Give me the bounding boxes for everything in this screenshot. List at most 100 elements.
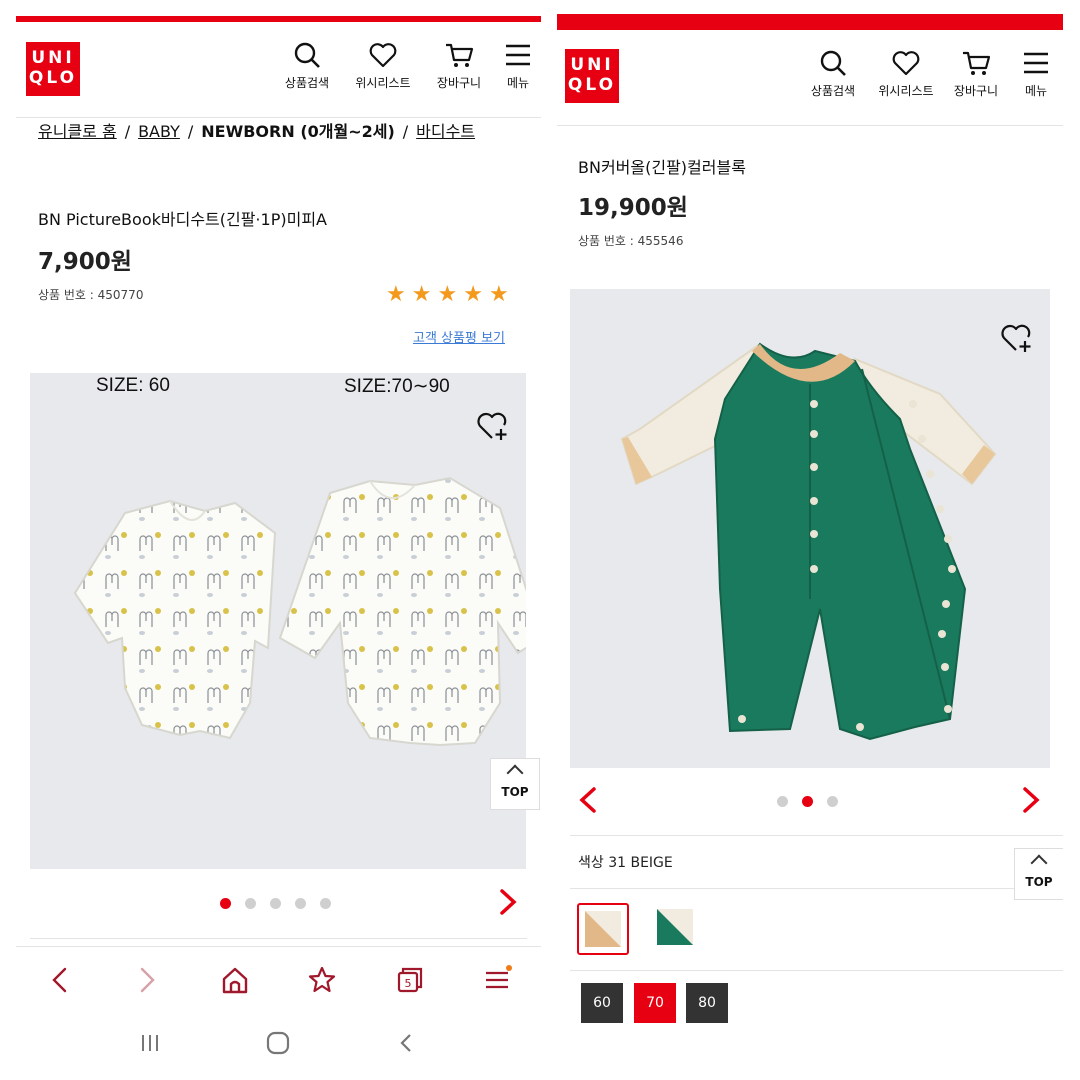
cart-label: 장바구니 — [953, 84, 999, 98]
heart-icon — [369, 43, 397, 68]
divider — [570, 888, 1063, 889]
beige-swatch-graphic — [585, 911, 621, 947]
breadcrumb-home[interactable]: 유니클로 홈 — [38, 122, 117, 141]
size-button-70[interactable]: 70 — [634, 983, 676, 1023]
uniqlo-logo[interactable]: UNI QLO — [26, 42, 80, 96]
wishlist-button[interactable]: 위시리스트 — [343, 40, 423, 91]
star-icon: ★ — [488, 282, 509, 307]
menu-label: 메뉴 — [1024, 84, 1048, 98]
divider — [570, 970, 1063, 971]
size-button-80[interactable]: 80 — [686, 983, 728, 1023]
heart-icon — [892, 51, 920, 76]
top-accent-bar — [557, 14, 1063, 30]
hamburger-icon — [506, 44, 530, 66]
browser-bottom-nav: 5 — [16, 946, 541, 1012]
carousel-dots — [777, 796, 838, 807]
carousel-prev-icon[interactable] — [578, 786, 598, 814]
chevron-up-icon — [506, 764, 524, 782]
hamburger-icon — [1024, 52, 1048, 74]
carousel-dot-3[interactable] — [827, 796, 838, 807]
search-button[interactable]: 상품검색 — [797, 48, 869, 99]
cart-button[interactable]: 장바구니 — [423, 40, 495, 91]
divider — [570, 835, 1063, 836]
search-label: 상품검색 — [284, 76, 330, 90]
search-icon — [820, 50, 846, 76]
product-price: 7,900원 — [38, 249, 132, 275]
carousel-dots — [220, 898, 331, 909]
back-arrow-icon[interactable] — [45, 965, 75, 995]
bodysuit-illustration — [73, 476, 526, 747]
size-label-60: SIZE: 60 — [96, 375, 170, 396]
wishlist-button[interactable]: 위시리스트 — [869, 48, 943, 99]
divider — [30, 938, 527, 939]
left-screenshot: UNI QLO 상품검색 위시리스트 장바구니 메뉴 유니클로 홈 / BABY / NE… — [16, 0, 541, 1066]
color-swatch-beige[interactable] — [577, 903, 629, 955]
add-to-wishlist-icon[interactable] — [1000, 321, 1034, 355]
size-label-70-90: SIZE:70∼90 — [344, 376, 450, 397]
search-icon — [294, 42, 320, 68]
recent-apps-icon[interactable] — [138, 1031, 162, 1055]
star-icon: ★ — [411, 282, 432, 307]
carousel-dot-3[interactable] — [270, 898, 281, 909]
breadcrumb: 유니클로 홈 / BABY / NEWBORN (0개월~2세) / 바디수트 — [38, 122, 476, 141]
product-number: 상품 번호 : 450770 — [38, 288, 144, 302]
product-image: SIZE: 60 SIZE:70∼90 — [30, 373, 526, 869]
cart-label: 장바구니 — [436, 76, 482, 90]
breadcrumb-newborn[interactable]: NEWBORN (0개월~2세) — [201, 122, 395, 141]
carousel-dot-1[interactable] — [777, 796, 788, 807]
review-link[interactable]: 고객 상품평 보기 — [413, 327, 505, 346]
green-swatch-graphic — [657, 909, 693, 945]
star-icon: ★ — [386, 282, 406, 307]
right-screenshot: UNI QLO 상품검색 위시리스트 장바구니 메뉴 BN커버올(긴팔)컬러블록 … — [557, 0, 1063, 1066]
search-button[interactable]: 상품검색 — [271, 40, 343, 91]
color-label: 색상 31 BEIGE — [578, 855, 673, 871]
carousel-next-icon[interactable] — [498, 888, 518, 916]
uniqlo-logo[interactable]: UNI QLO — [565, 49, 619, 103]
rating-stars: ★ ★ ★ ★ ★ — [386, 284, 509, 306]
header-icons: 상품검색 위시리스트 장바구니 메뉴 — [271, 40, 541, 91]
menu-button[interactable]: 메뉴 — [1009, 48, 1063, 99]
carousel-dot-2[interactable] — [802, 796, 813, 807]
star-icon: ★ — [463, 282, 483, 307]
product-price: 19,900원 — [578, 195, 688, 221]
cart-button[interactable]: 장바구니 — [943, 48, 1009, 99]
home-icon[interactable] — [220, 965, 250, 995]
bookmark-star-icon[interactable] — [307, 965, 337, 995]
add-to-wishlist-icon[interactable] — [476, 409, 510, 443]
search-label: 상품검색 — [810, 84, 856, 98]
site-header: UNI QLO 상품검색 위시리스트 장바구니 메뉴 — [557, 30, 1063, 126]
carousel-dot-4[interactable] — [295, 898, 306, 909]
tabs-icon[interactable]: 5 — [395, 965, 425, 995]
product-name: BN커버올(긴팔)컬러블록 — [578, 158, 746, 177]
carousel-dot-1[interactable] — [220, 898, 231, 909]
scroll-to-top-button[interactable]: TOP — [1014, 848, 1063, 900]
chevron-up-icon — [1030, 854, 1048, 872]
size-button-60[interactable]: 60 — [581, 983, 623, 1023]
scroll-to-top-button[interactable]: TOP — [490, 758, 540, 810]
menu-button[interactable]: 메뉴 — [495, 40, 541, 91]
site-header: UNI QLO 상품검색 위시리스트 장바구니 메뉴 — [16, 22, 541, 118]
home-button-icon[interactable] — [265, 1030, 291, 1056]
top-label: TOP — [501, 785, 529, 799]
cart-icon — [963, 51, 991, 75]
svg-text:5: 5 — [404, 977, 411, 990]
system-back-icon[interactable] — [395, 1031, 419, 1055]
breadcrumb-bodysuit[interactable]: 바디수트 — [416, 122, 475, 141]
wishlist-label: 위시리스트 — [355, 76, 411, 90]
cart-icon — [446, 43, 474, 67]
breadcrumb-baby[interactable]: BABY — [138, 122, 180, 141]
product-image — [570, 289, 1050, 768]
header-icons: 상품검색 위시리스트 장바구니 메뉴 — [797, 48, 1063, 99]
forward-arrow-icon[interactable] — [132, 965, 162, 995]
star-icon: ★ — [437, 282, 458, 307]
carousel-dot-2[interactable] — [245, 898, 256, 909]
carousel-dot-5[interactable] — [320, 898, 331, 909]
wishlist-label: 위시리스트 — [878, 84, 934, 98]
color-swatch-green[interactable] — [651, 903, 703, 955]
browser-menu-icon[interactable] — [482, 964, 513, 995]
carousel-next-icon[interactable] — [1021, 786, 1041, 814]
product-number: 상품 번호 : 455546 — [578, 234, 684, 248]
top-label: TOP — [1025, 875, 1053, 889]
system-nav-bar — [16, 1020, 541, 1066]
product-name: BN PictureBook바디수트(긴팔·1P)미피A — [38, 210, 327, 229]
